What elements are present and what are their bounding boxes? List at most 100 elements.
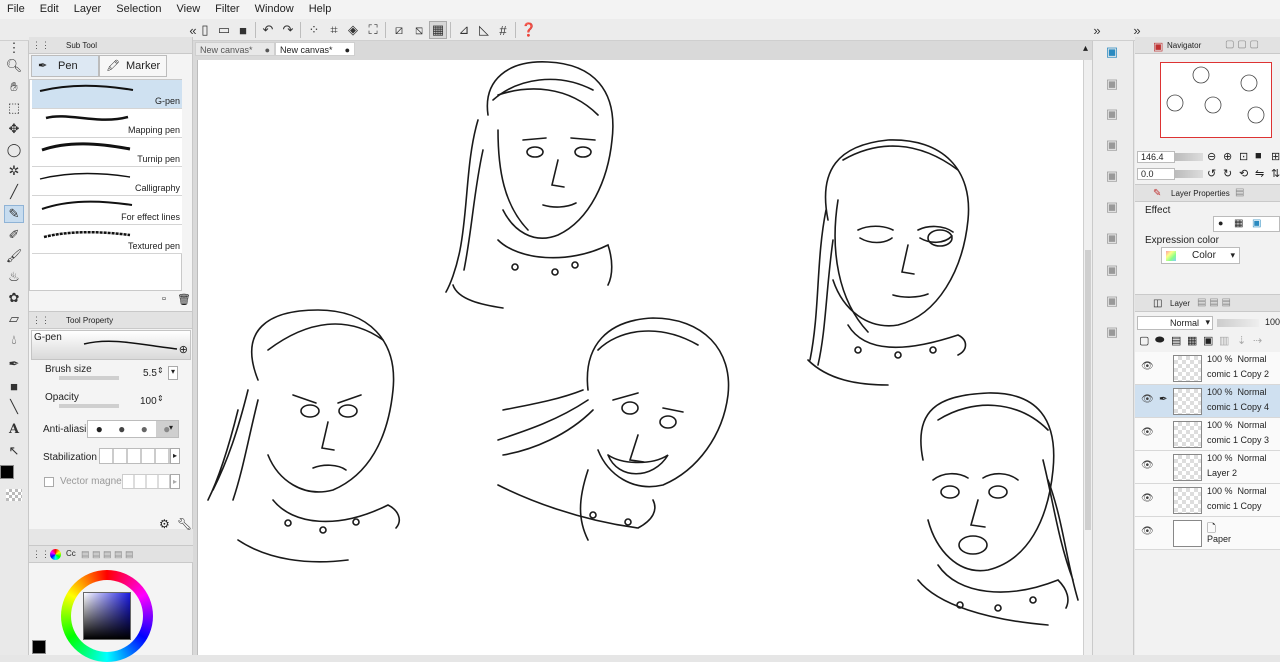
brush-effect-lines[interactable]: For effect lines	[32, 196, 182, 225]
blend-mode-dropdown[interactable]: Normal ▾	[1137, 316, 1213, 330]
ruler-line-icon[interactable]: ⊿	[455, 21, 473, 39]
layer-row[interactable]: 👁︎ 100 % Normal Layer 2	[1135, 451, 1280, 484]
material-4-icon[interactable]: ▣	[1101, 134, 1123, 156]
transparent-swatch[interactable]	[6, 489, 22, 501]
tool-preset-icon[interactable]: ⋮	[4, 39, 24, 57]
layer-more-icon[interactable]: ⇢	[1253, 334, 1262, 347]
material-2-icon[interactable]: ▣	[1101, 73, 1123, 95]
menu-view[interactable]: View	[170, 0, 209, 19]
close-tab-icon[interactable]: ●	[345, 43, 350, 57]
decoration-icon[interactable]: ✿	[4, 289, 24, 307]
clip-icon[interactable]: ▢	[1139, 334, 1149, 347]
hand-tool-icon[interactable]: ✋︎	[4, 78, 24, 96]
main-color-swatch[interactable]	[0, 465, 14, 479]
material-9-icon[interactable]: ▣	[1101, 290, 1123, 312]
layer-search-tab-icon[interactable]: ▤	[1235, 187, 1244, 198]
spinner-icon[interactable]: ⇕	[157, 366, 164, 375]
color-wheel[interactable]	[61, 570, 153, 662]
antialias-selector[interactable]: ● ● ● ●	[87, 420, 179, 438]
zoom-slider[interactable]	[1175, 153, 1203, 161]
material-7-icon[interactable]: ▣	[1101, 227, 1123, 249]
actual-size-icon[interactable]: ⊡	[1239, 150, 1248, 163]
snap-off-icon[interactable]: ⧄	[390, 21, 408, 39]
vector-magnet-slider[interactable]	[122, 474, 170, 489]
navigator-preview[interactable]	[1160, 62, 1272, 138]
material-3-icon[interactable]: ▣	[1101, 103, 1123, 125]
material-5-icon[interactable]: ▣	[1101, 165, 1123, 187]
text-tool-icon[interactable]: A	[4, 420, 24, 438]
vector-magnet-menu-icon[interactable]: ▸	[170, 474, 180, 489]
grid-icon[interactable]: #	[494, 21, 512, 39]
eraser-icon[interactable]: ▱	[4, 310, 24, 328]
undo-icon[interactable]: ↶	[259, 21, 277, 39]
fit-screen-icon[interactable]: ■	[1255, 150, 1262, 162]
airbrush-icon[interactable]: ♨	[4, 268, 24, 286]
color-wheel-tab-icon[interactable]	[50, 549, 61, 560]
canvas-tab-menu-icon[interactable]: ▴	[1083, 43, 1088, 54]
transform-icon[interactable]: ⛶	[364, 21, 382, 39]
expression-color-dropdown[interactable]: Color ▾	[1161, 247, 1240, 264]
brush-g-pen[interactable]: G-pen	[32, 80, 182, 109]
color-set-tab-icon[interactable]: ▤ ▤ ▤ ▤ ▤	[81, 549, 134, 560]
aa-weak-icon[interactable]: ●	[111, 421, 134, 437]
draft-icon[interactable]: ▤	[1171, 334, 1181, 347]
brush-size-value[interactable]: 5.5	[143, 368, 157, 379]
redo-icon[interactable]: ↷	[279, 21, 297, 39]
layer-row[interactable]: 👁︎ 100 % Normal comic 1 Copy	[1135, 484, 1280, 517]
material-10-icon[interactable]: ▣	[1101, 321, 1123, 343]
save-icon[interactable]: ■	[234, 21, 252, 39]
brush-textured-pen[interactable]: Textured pen	[32, 225, 182, 254]
spinner-icon[interactable]: ⇕	[157, 394, 164, 403]
aa-menu-icon[interactable]: ▾	[169, 423, 173, 432]
material-6-icon[interactable]: ▣	[1101, 196, 1123, 218]
menu-help[interactable]: Help	[302, 0, 340, 19]
panel-grip-icon[interactable]: ⋮⋮	[32, 315, 50, 326]
brush-turnip-pen[interactable]: Turnip pen	[32, 138, 182, 167]
flip-v-icon[interactable]: ⇅	[1271, 167, 1280, 180]
rotation-slider[interactable]	[1175, 170, 1203, 178]
eyedropper-icon[interactable]: ╱	[4, 183, 24, 201]
menu-edit[interactable]: Edit	[33, 0, 67, 19]
opacity-slider[interactable]	[59, 404, 119, 408]
reference-icon[interactable]: ▦	[1187, 334, 1197, 347]
layer-row[interactable]: 👁︎ 🗋︎ Paper	[1135, 517, 1280, 550]
material-icon[interactable]: ▣	[1101, 41, 1123, 63]
visibility-eye-icon[interactable]: 👁︎	[1141, 493, 1154, 504]
visibility-eye-icon[interactable]: 👁︎	[1141, 394, 1154, 405]
open-file-icon[interactable]: ▭	[215, 21, 233, 39]
snap-grid-icon[interactable]: ▦	[429, 21, 447, 39]
crop-icon[interactable]: ⌗	[325, 21, 343, 39]
layer-row[interactable]: 👁︎ 100 % Normal comic 1 Copy 2	[1135, 352, 1280, 385]
rotate-left-icon[interactable]: ↺	[1207, 167, 1216, 180]
new-file-icon[interactable]: ▯	[196, 21, 214, 39]
zoom-in-icon[interactable]: ⊕	[1223, 150, 1232, 163]
zoom-value[interactable]: 146.4	[1137, 151, 1175, 163]
menu-window[interactable]: Window	[248, 0, 302, 19]
zoom-preview-icon[interactable]: ⊕	[179, 343, 188, 356]
effect-color-icon[interactable]: ▣	[1252, 218, 1261, 229]
layer-row[interactable]: 👁︎ 100 % Normal comic 1 Copy 3	[1135, 418, 1280, 451]
fit-window-icon[interactable]: ⊞	[1271, 150, 1280, 163]
panel-grip-icon[interactable]: ⋮⋮	[32, 549, 50, 560]
figure-icon[interactable]: ■	[4, 377, 24, 395]
flip-h-icon[interactable]: ⇋	[1255, 167, 1264, 180]
effect-tone-icon[interactable]: ▦	[1234, 218, 1243, 229]
sub-view-tab-icon[interactable]: ▢ ▢ ▢	[1225, 39, 1259, 50]
vector-magnet-checkbox[interactable]	[44, 477, 54, 487]
effect-border-icon[interactable]: ●	[1218, 218, 1223, 228]
lasso-icon[interactable]: ◯	[4, 141, 24, 159]
brush-tool-icon[interactable]: 🖌︎	[4, 247, 24, 265]
mask-icon[interactable]: ▣	[1203, 334, 1213, 347]
stabilization-slider[interactable]	[99, 448, 179, 464]
aa-none-icon[interactable]: ●	[88, 421, 111, 437]
clear-selection-icon[interactable]: ⁘	[305, 21, 323, 39]
new-subtool-icon[interactable]: ▫	[162, 293, 166, 305]
rotation-value[interactable]: 0.0	[1137, 168, 1175, 180]
pencil-tool-icon[interactable]: ✐	[4, 226, 24, 244]
stabilization-menu-icon[interactable]: ▸	[170, 448, 180, 464]
visibility-eye-icon[interactable]: 👁︎	[1141, 361, 1154, 372]
navigator-tab-icon[interactable]: ▣	[1153, 40, 1163, 53]
panel-grip-icon[interactable]: ⋮⋮	[32, 40, 50, 51]
auto-select-icon[interactable]: ✲	[4, 162, 24, 180]
ruler-curve-icon[interactable]: ◺	[475, 21, 493, 39]
